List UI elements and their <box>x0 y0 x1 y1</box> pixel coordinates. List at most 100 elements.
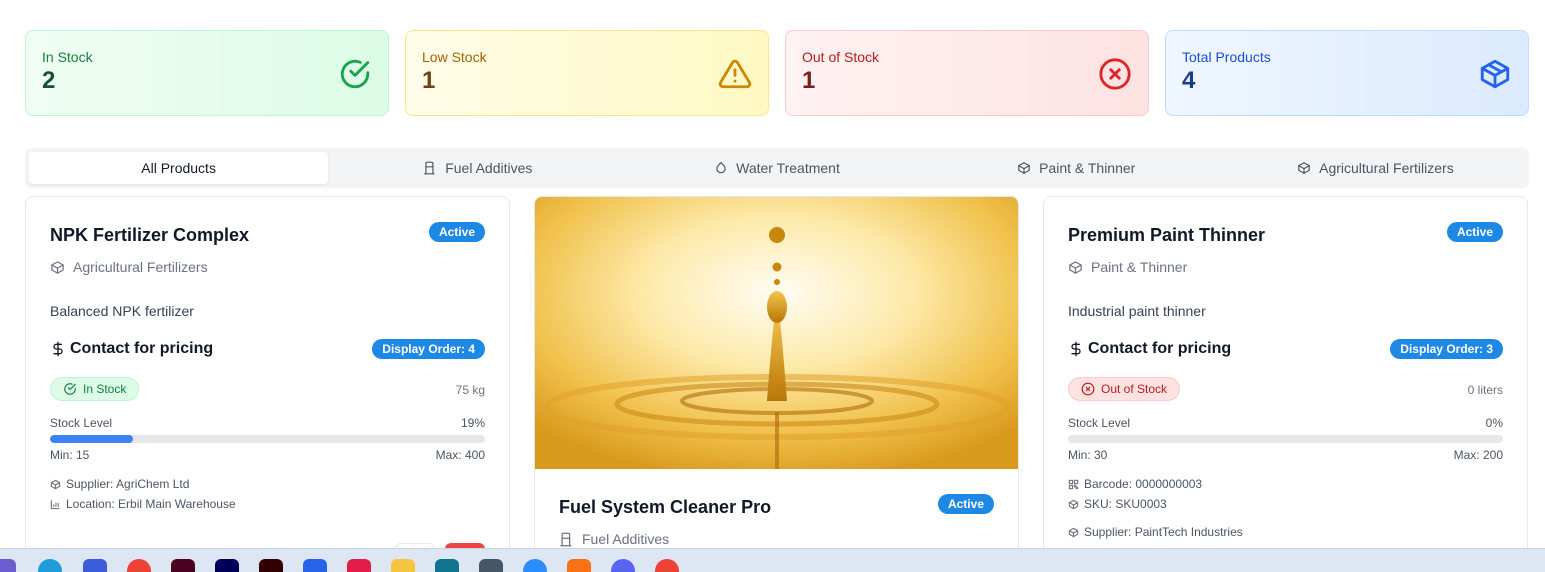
product-description: Industrial paint thinner <box>1068 303 1206 319</box>
tab-agricultural-fertilizers[interactable]: Agricultural Fertilizers <box>1226 152 1525 184</box>
product-price: Contact for pricing <box>50 340 213 358</box>
product-price: Contact for pricing <box>1068 340 1231 358</box>
stock-status-label: In Stock <box>83 382 127 396</box>
os-taskbar <box>0 548 1545 572</box>
tab-all-products[interactable]: All Products <box>29 152 329 184</box>
tab-label: Paint & Thinner <box>1039 160 1136 176</box>
app-icon[interactable] <box>83 559 107 572</box>
check-circle-icon <box>64 383 76 395</box>
app-icon[interactable] <box>479 559 503 572</box>
category-tabs: All Products Fuel Additives Water Treatm… <box>25 148 1529 188</box>
fuel-icon <box>424 161 435 175</box>
stat-label: In Stock <box>42 49 93 65</box>
product-card[interactable]: NPK Fertilizer Complex Active Agricultur… <box>25 196 510 572</box>
supplier-label: Supplier: AgriChem Ltd <box>66 477 190 491</box>
location-info: Location: Erbil Main Warehouse <box>50 497 236 511</box>
edge-icon[interactable] <box>38 559 62 572</box>
category-label: Paint & Thinner <box>1091 259 1188 275</box>
folder-icon[interactable] <box>391 559 415 572</box>
app-b-icon[interactable] <box>303 559 327 572</box>
product-card[interactable]: Premium Paint Thinner Active Paint & Thi… <box>1043 196 1528 572</box>
stock-level-label: Stock Level <box>1068 416 1131 430</box>
stat-value: 1 <box>422 67 436 94</box>
stock-level-bar <box>50 435 485 443</box>
fuel-icon <box>560 532 572 546</box>
chrome-icon[interactable] <box>655 559 679 572</box>
dollar-icon <box>1071 341 1081 357</box>
tab-water-treatment[interactable]: Water Treatment <box>627 152 926 184</box>
product-title: Premium Paint Thinner <box>1068 225 1266 245</box>
stat-total-products: Total Products 4 <box>1165 30 1529 116</box>
stock-level-percent: 19% <box>460 416 485 430</box>
package-icon <box>1068 499 1079 509</box>
price-label: Contact for pricing <box>70 340 214 357</box>
product-description: Balanced NPK fertilizer <box>50 303 194 319</box>
package-icon <box>1069 260 1082 274</box>
indesign-icon[interactable] <box>171 559 195 572</box>
price-label: Contact for pricing <box>1088 340 1232 357</box>
barcode-info: Barcode: 0000000003 <box>1068 477 1202 491</box>
status-badge: Active <box>1446 222 1503 242</box>
package-icon <box>1298 162 1310 174</box>
package-icon <box>1018 162 1030 174</box>
category-label: Fuel Additives <box>582 531 670 547</box>
illustrator-icon[interactable] <box>259 559 283 572</box>
stat-label: Low Stock <box>422 49 487 65</box>
check-circle-icon <box>340 59 370 89</box>
package-icon <box>51 260 64 274</box>
stat-out-of-stock: Out of Stock 1 <box>785 30 1149 116</box>
product-category: Paint & Thinner <box>1068 259 1187 275</box>
zoom-icon[interactable] <box>523 559 547 572</box>
stock-status-badge: Out of Stock <box>1068 377 1181 401</box>
stock-quantity: 75 kg <box>455 383 485 397</box>
barcode-icon <box>1068 479 1079 489</box>
windows-icon[interactable] <box>0 559 16 572</box>
stock-status-label: Out of Stock <box>1101 382 1168 396</box>
app-a-icon[interactable] <box>347 559 371 572</box>
stat-value: 1 <box>802 67 816 94</box>
stat-in-stock: In Stock 2 <box>25 30 389 116</box>
stock-max: Max: 400 <box>435 448 485 462</box>
sku-label: SKU: SKU0003 <box>1084 497 1167 511</box>
category-label: Agricultural Fertilizers <box>73 259 208 275</box>
package-icon <box>1068 527 1079 537</box>
supplier-info: Supplier: PaintTech Industries <box>1068 525 1243 539</box>
barcode-label: Barcode: 0000000003 <box>1084 477 1203 491</box>
product-title: Fuel System Cleaner Pro <box>559 497 772 517</box>
stats-row: In Stock 2 Low Stock 1 Out of Stock 1 To… <box>25 30 1529 116</box>
stock-max: Max: 200 <box>1453 448 1503 462</box>
tab-label: Fuel Additives <box>445 160 533 176</box>
product-category: Fuel Additives <box>559 531 669 547</box>
display-order-badge: Display Order: 4 <box>372 339 485 359</box>
stock-level-label: Stock Level <box>50 416 113 430</box>
stat-label: Total Products <box>1182 49 1271 65</box>
droplet-icon <box>716 161 726 174</box>
stat-value: 4 <box>1182 67 1196 94</box>
sku-info: SKU: SKU0003 <box>1068 497 1167 511</box>
app-icon[interactable] <box>435 559 459 572</box>
stat-low-stock: Low Stock 1 <box>405 30 769 116</box>
tab-label: Agricultural Fertilizers <box>1319 160 1454 176</box>
stat-value: 2 <box>42 67 56 94</box>
premiere-icon[interactable] <box>215 559 239 572</box>
display-order-badge: Display Order: 3 <box>1390 339 1503 359</box>
product-card[interactable]: Fuel System Cleaner Pro Active Fuel Addi… <box>534 196 1019 572</box>
tab-label: All Products <box>141 160 216 176</box>
dollar-icon <box>53 341 63 357</box>
status-badge: Active <box>937 494 994 514</box>
chrome-icon[interactable] <box>127 559 151 572</box>
discord-icon[interactable] <box>611 559 635 572</box>
x-circle-icon <box>1099 58 1131 90</box>
stock-quantity: 0 liters <box>1467 383 1503 397</box>
stock-min: Min: 15 <box>50 448 90 462</box>
inventory-page: In Stock 2 Low Stock 1 Out of Stock 1 To… <box>0 0 1545 572</box>
package-icon <box>50 479 61 489</box>
stock-min: Min: 30 <box>1068 448 1108 462</box>
product-category: Agricultural Fertilizers <box>50 259 208 275</box>
supplier-label: Supplier: PaintTech Industries <box>1084 525 1243 539</box>
tab-fuel-additives[interactable]: Fuel Additives <box>328 152 627 184</box>
warning-triangle-icon <box>718 59 752 89</box>
supplier-info: Supplier: AgriChem Ltd <box>50 477 189 491</box>
app-icon[interactable] <box>567 559 591 572</box>
tab-paint-thinner[interactable]: Paint & Thinner <box>927 152 1226 184</box>
